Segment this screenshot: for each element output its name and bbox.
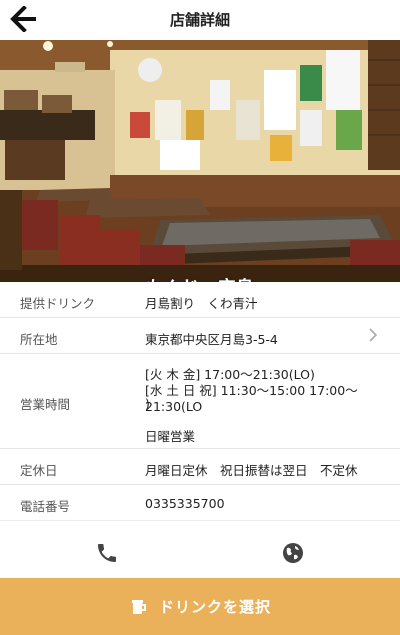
phone-value: 0335335700: [145, 496, 225, 511]
closed-days-row: 定休日 月曜日定休 祝日振替は翌日 不定休: [0, 449, 400, 485]
phone-row: 電話番号 0335335700: [0, 485, 400, 521]
call-button[interactable]: [95, 541, 119, 565]
closed-days-label: 定休日: [20, 463, 58, 478]
address-label: 所在地: [20, 332, 58, 347]
hours-label: 営業時間: [20, 397, 71, 412]
globe-icon: [283, 543, 303, 563]
hours-row: 営業時間 [火 木 金] 17:00〜21:30(LO) [水 土 日 祝] 1…: [0, 354, 400, 449]
drink-label: 提供ドリンク: [20, 296, 96, 311]
drink-icon: [129, 597, 149, 617]
address-row[interactable]: 所在地 東京都中央区月島3-5-4: [0, 318, 400, 354]
drink-value: 月島割り くわ青汁: [145, 296, 258, 311]
shop-name: もんじゃ宝島: [0, 274, 400, 282]
address-value: 東京都中央区月島3-5-4: [145, 332, 278, 347]
hours-note: 日曜営業: [145, 429, 196, 444]
phone-label: 電話番号: [20, 499, 71, 514]
shop-details: 提供ドリンク 月島割り くわ青汁 所在地 東京都中央区月島3-5-4 営業時間 …: [0, 282, 400, 521]
drink-row: 提供ドリンク 月島割り くわ青汁: [0, 282, 400, 318]
shop-photo: もんじゃ宝島: [0, 40, 400, 282]
hours-line: [水 土 日 祝] 11:30〜15:00 17:00〜21:30(LO: [145, 383, 358, 414]
phone-icon: [98, 544, 116, 562]
closed-days-value: 月曜日定休 祝日振替は翌日 不定休: [145, 463, 358, 478]
website-button[interactable]: [281, 541, 305, 565]
contact-actions: [0, 530, 400, 576]
hours-line: ): [145, 396, 150, 411]
top-bar: 店舗詳細: [0, 0, 400, 40]
select-drink-label: ドリンクを選択: [158, 598, 271, 616]
page-title: 店舗詳細: [169, 11, 230, 29]
select-drink-button[interactable]: ドリンクを選択: [0, 578, 400, 635]
chevron-right-icon: [369, 328, 378, 342]
